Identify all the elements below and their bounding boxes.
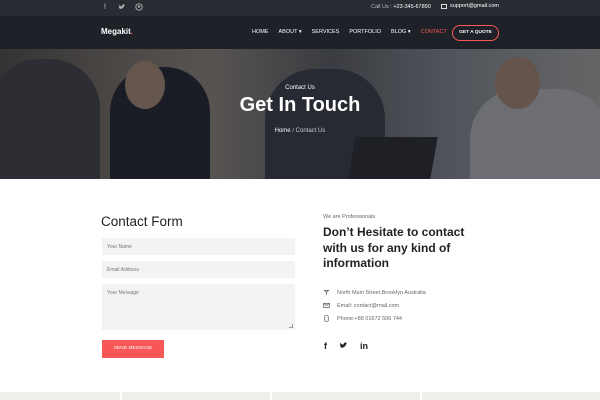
nav-item-contact[interactable]: CONTACT xyxy=(421,29,447,35)
nav-item-services[interactable]: SERVICES xyxy=(312,29,340,35)
nav-item-about[interactable]: ABOUT ▾ xyxy=(279,29,302,35)
hero-banner: Contact Us Get In Touch Home / Contact U… xyxy=(0,49,600,179)
get-a-quote-button[interactable]: GET A QUOTE xyxy=(452,25,499,41)
map[interactable] xyxy=(0,392,600,400)
github-icon[interactable] xyxy=(135,3,143,12)
logo[interactable]: Megakit. xyxy=(101,27,133,36)
logo-dot: . xyxy=(130,27,134,36)
page-title: Get In Touch xyxy=(239,94,361,116)
email-row: Email: contact@mail.com xyxy=(323,302,399,309)
resize-handle-icon[interactable] xyxy=(289,324,293,328)
address-row: North Main Street,Brooklyn Australia xyxy=(323,289,426,296)
top-email[interactable]: support@gmail.com xyxy=(441,3,499,9)
envelope-icon xyxy=(323,302,330,309)
top-email-text[interactable]: support@gmail.com xyxy=(450,3,499,9)
top-social-links: f xyxy=(101,3,143,12)
info-eyebrow: We are Professionals xyxy=(323,214,376,220)
facebook-icon[interactable]: f xyxy=(101,3,109,12)
nav-item-home[interactable]: HOME xyxy=(252,29,269,35)
contact-social-links: f in xyxy=(324,341,368,352)
nav-menu: HOME ABOUT ▾ SERVICES PORTFOLIO BLOG ▾ C… xyxy=(252,29,447,35)
top-bar: f Call Us : +23-345-67890 support@gmail.… xyxy=(0,0,600,16)
breadcrumb-current: Contact Us xyxy=(295,128,326,134)
call-us-text: Call Us : +23-345-67890 xyxy=(371,4,431,10)
phone-number[interactable]: +23-345-67890 xyxy=(393,4,430,10)
facebook-icon[interactable]: f xyxy=(324,341,327,352)
map-road xyxy=(420,392,422,400)
info-headline: Don’t Hesitate to contact with us for an… xyxy=(323,225,465,270)
map-road xyxy=(270,392,272,400)
map-pin-icon xyxy=(323,289,330,296)
nav-item-portfolio[interactable]: PORTFOLIO xyxy=(349,29,381,35)
phone-row: Phone:+88 01672 506 744 xyxy=(323,315,402,322)
main-navbar: Megakit. HOME ABOUT ▾ SERVICES PORTFOLIO… xyxy=(0,16,600,49)
map-road xyxy=(120,392,122,400)
address-text: North Main Street,Brooklyn Australia xyxy=(337,289,426,296)
logo-text: Megakit xyxy=(101,27,131,36)
message-textarea[interactable]: Your Message xyxy=(102,284,295,330)
email-text[interactable]: Email: contact@mail.com xyxy=(337,303,399,309)
contact-form-title: Contact Form xyxy=(101,214,183,229)
breadcrumb-home[interactable]: Home xyxy=(275,128,291,134)
envelope-icon xyxy=(441,3,447,9)
twitter-icon[interactable] xyxy=(118,3,126,12)
linkedin-icon[interactable]: in xyxy=(360,341,368,352)
nav-item-blog[interactable]: BLOG ▾ xyxy=(391,29,411,35)
phone-text[interactable]: Phone:+88 01672 506 744 xyxy=(337,316,402,322)
email-input[interactable]: Email Address xyxy=(102,261,295,278)
name-input[interactable]: Your Name xyxy=(102,238,295,255)
call-label: Call Us : xyxy=(371,4,394,10)
breadcrumb: Home / Contact Us xyxy=(0,128,600,134)
phone-icon xyxy=(323,315,330,322)
message-placeholder: Your Message xyxy=(107,290,139,296)
send-message-button[interactable]: SEND MESSAGE xyxy=(102,340,164,358)
hero-subtitle: Contact Us xyxy=(285,85,315,91)
twitter-icon[interactable] xyxy=(339,341,348,352)
